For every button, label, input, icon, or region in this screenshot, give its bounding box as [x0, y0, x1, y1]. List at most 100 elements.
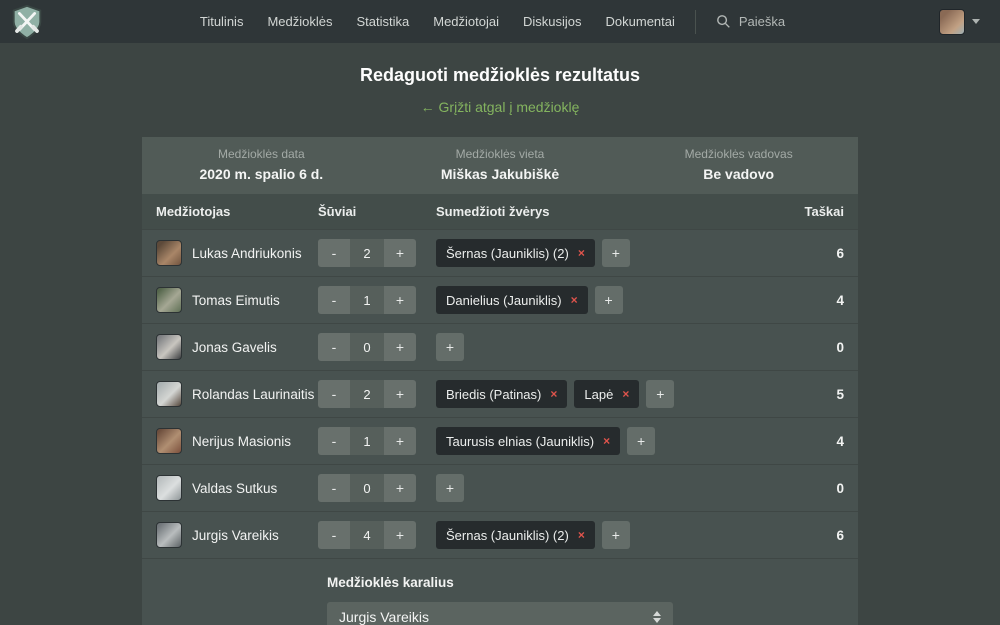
remove-animal-icon[interactable]: ×: [622, 387, 629, 401]
shots-stepper: - 2 +: [318, 239, 416, 267]
nav-item-medziotojai[interactable]: Medžiotojai: [433, 14, 499, 29]
hunt-date-value: 2020 m. spalio 6 d.: [142, 166, 381, 182]
decrement-shots-button[interactable]: -: [318, 333, 350, 361]
app-logo-shield-swords-icon[interactable]: [8, 3, 46, 41]
increment-shots-button[interactable]: +: [384, 333, 416, 361]
main-nav: Titulinis Medžioklės Statistika Medžioto…: [200, 14, 675, 29]
nav-item-statistika[interactable]: Statistika: [356, 14, 409, 29]
points-value: 4: [788, 434, 844, 449]
hunt-leader-field: Medžioklės vadovas Be vadovo: [619, 147, 858, 182]
animal-tag-label: Lapė: [584, 387, 613, 402]
hunter-avatar: [156, 428, 182, 454]
hunt-king-label: Medžioklės karalius: [327, 575, 858, 590]
hunt-king-selected-value: Jurgis Vareikis: [339, 609, 653, 625]
hunter-name: Rolandas Laurinaitis: [192, 387, 314, 402]
animal-tag: Taurusis elnias (Jauniklis) ×: [436, 427, 620, 455]
table-row: Tomas Eimutis - 1 + Danielius (Jauniklis…: [142, 276, 858, 323]
add-animal-button[interactable]: +: [436, 333, 464, 361]
increment-shots-button[interactable]: +: [384, 380, 416, 408]
table-row: Nerijus Masionis - 1 + Taurusis elnias (…: [142, 417, 858, 464]
chevron-down-icon: [972, 19, 980, 24]
animal-tag-label: Danielius (Jauniklis): [446, 293, 562, 308]
table-header-row: Medžiotojas Šūviai Sumedžioti žvėrys Taš…: [142, 194, 858, 229]
shots-value: 1: [350, 427, 384, 455]
add-animal-button[interactable]: +: [602, 239, 630, 267]
column-header-hunter: Medžiotojas: [156, 204, 318, 219]
decrement-shots-button[interactable]: -: [318, 286, 350, 314]
shots-stepper: - 4 +: [318, 521, 416, 549]
points-value: 0: [788, 481, 844, 496]
shots-value: 1: [350, 286, 384, 314]
hunt-leader-value: Be vadovo: [619, 166, 858, 182]
hunt-location-label: Medžioklės vieta: [381, 147, 620, 161]
remove-animal-icon[interactable]: ×: [603, 434, 610, 448]
shots-stepper: - 0 +: [318, 333, 416, 361]
animal-tag: Lapė ×: [574, 380, 639, 408]
add-animal-button[interactable]: +: [602, 521, 630, 549]
add-animal-button[interactable]: +: [627, 427, 655, 455]
hunter-avatar: [156, 522, 182, 548]
shots-stepper: - 1 +: [318, 286, 416, 314]
shots-value: 2: [350, 239, 384, 267]
table-row: Rolandas Laurinaitis - 2 + Briedis (Pati…: [142, 370, 858, 417]
account-menu[interactable]: [939, 9, 980, 35]
nav-item-diskusijos[interactable]: Diskusijos: [523, 14, 582, 29]
shots-value: 2: [350, 380, 384, 408]
hunter-name: Valdas Sutkus: [192, 481, 277, 496]
back-to-hunt-link[interactable]: ← Grįžti atgal į medžioklę: [421, 99, 580, 115]
hunt-king-select[interactable]: Jurgis Vareikis: [327, 602, 673, 625]
hunter-avatar: [156, 334, 182, 360]
hunter-name: Jurgis Vareikis: [192, 528, 279, 543]
points-value: 6: [788, 528, 844, 543]
animal-tag: Briedis (Patinas) ×: [436, 380, 567, 408]
add-animal-button[interactable]: +: [595, 286, 623, 314]
add-animal-button[interactable]: +: [436, 474, 464, 502]
decrement-shots-button[interactable]: -: [318, 521, 350, 549]
hunter-avatar: [156, 287, 182, 313]
table-row: Valdas Sutkus - 0 + + 0: [142, 464, 858, 511]
points-value: 0: [788, 340, 844, 355]
points-value: 5: [788, 387, 844, 402]
shots-stepper: - 2 +: [318, 380, 416, 408]
nav-item-titulinis[interactable]: Titulinis: [200, 14, 244, 29]
add-animal-button[interactable]: +: [646, 380, 674, 408]
decrement-shots-button[interactable]: -: [318, 239, 350, 267]
hunt-location-value: Miškas Jakubiškė: [381, 166, 620, 182]
remove-animal-icon[interactable]: ×: [578, 246, 585, 260]
hunter-name: Jonas Gavelis: [192, 340, 277, 355]
search-icon: [716, 14, 731, 29]
increment-shots-button[interactable]: +: [384, 286, 416, 314]
animal-tag-label: Briedis (Patinas): [446, 387, 541, 402]
hunt-date-label: Medžioklės data: [142, 147, 381, 161]
nav-item-dokumentai[interactable]: Dokumentai: [606, 14, 675, 29]
user-avatar[interactable]: [939, 9, 965, 35]
hunt-leader-label: Medžioklės vadovas: [619, 147, 858, 161]
hunt-results-card: Medžioklės data 2020 m. spalio 6 d. Medž…: [142, 137, 858, 625]
column-header-shots: Šūviai: [318, 204, 436, 219]
hunter-avatar: [156, 240, 182, 266]
remove-animal-icon[interactable]: ×: [578, 528, 585, 542]
decrement-shots-button[interactable]: -: [318, 427, 350, 455]
increment-shots-button[interactable]: +: [384, 427, 416, 455]
shots-value: 0: [350, 474, 384, 502]
shots-value: 0: [350, 333, 384, 361]
animal-tag: Šernas (Jauniklis) (2) ×: [436, 239, 595, 267]
decrement-shots-button[interactable]: -: [318, 380, 350, 408]
topbar-divider: [695, 10, 696, 34]
animal-tag-label: Taurusis elnias (Jauniklis): [446, 434, 594, 449]
hunt-date-field: Medžioklės data 2020 m. spalio 6 d.: [142, 147, 381, 182]
nav-item-medziokles[interactable]: Medžioklės: [267, 14, 332, 29]
remove-animal-icon[interactable]: ×: [550, 387, 557, 401]
hunt-info-header: Medžioklės data 2020 m. spalio 6 d. Medž…: [142, 137, 858, 194]
animal-tag: Šernas (Jauniklis) (2) ×: [436, 521, 595, 549]
top-bar: Titulinis Medžioklės Statistika Medžioto…: [0, 0, 1000, 43]
increment-shots-button[interactable]: +: [384, 521, 416, 549]
increment-shots-button[interactable]: +: [384, 474, 416, 502]
hunter-name: Tomas Eimutis: [192, 293, 280, 308]
page-head: Redaguoti medžioklės rezultatus ← Grįžti…: [0, 65, 1000, 117]
search-input[interactable]: Paieška: [716, 14, 785, 29]
decrement-shots-button[interactable]: -: [318, 474, 350, 502]
increment-shots-button[interactable]: +: [384, 239, 416, 267]
remove-animal-icon[interactable]: ×: [571, 293, 578, 307]
hunter-name: Lukas Andriukonis: [192, 246, 302, 261]
